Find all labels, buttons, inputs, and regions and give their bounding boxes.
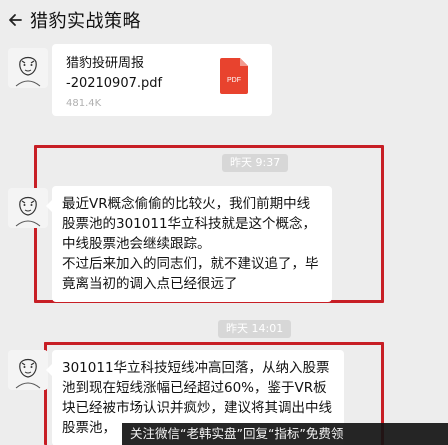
sender-avatar[interactable] — [8, 48, 48, 88]
message-text: 不过后来加入的同志们，就不建议追了，毕竟离当初的调入点已经很远了 — [62, 256, 319, 292]
promo-banner: 关注微信“老韩实盘”回复“指标”免费领 — [122, 423, 448, 445]
chat-header: 猎豹实战策略 — [0, 0, 448, 40]
timestamp: 昨天 14:01 — [218, 320, 292, 338]
avatar-sketch-icon — [8, 188, 48, 228]
file-size: 481.4K — [66, 98, 102, 109]
back-button[interactable] — [0, 0, 30, 40]
avatar-sketch-icon — [8, 48, 48, 88]
pdf-file-message[interactable]: 猎豹投研周报 -20210907.pdf 481.4K PDF — [52, 44, 272, 116]
timestamp: 昨天 9:37 — [222, 154, 289, 172]
sender-avatar[interactable] — [8, 188, 48, 228]
chat-title: 猎豹实战策略 — [30, 11, 141, 32]
message-bubble[interactable]: 最近VR概念偷偷的比较火，我们前期中线股票池的301011华立科技就是这个概念，… — [46, 186, 332, 302]
message-text: 最近VR概念偷偷的比较火，我们前期中线股票池的301011华立科技就是这个概念，… — [62, 196, 317, 252]
back-arrow-icon — [9, 14, 22, 26]
avatar-sketch-icon — [8, 350, 48, 390]
pdf-type-label: PDF — [227, 77, 241, 84]
pdf-file-icon: PDF — [220, 58, 248, 94]
sender-avatar[interactable] — [8, 350, 48, 390]
chat-window: 猎豹实战策略 猎豹投研周报 -20210907.pdf 481.4K PDF 昨… — [0, 0, 448, 445]
file-name: 猎豹投研周报 -20210907.pdf — [66, 56, 163, 91]
